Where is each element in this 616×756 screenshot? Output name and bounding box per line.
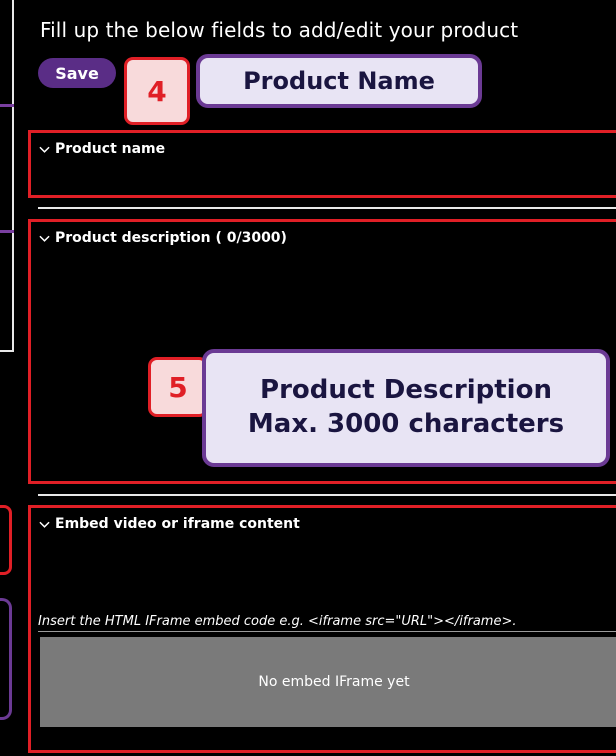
left-highlight-box [0, 505, 12, 575]
chevron-down-icon [39, 521, 50, 528]
product-name-toggle[interactable]: Product name [39, 141, 165, 157]
left-accent-line [0, 230, 14, 233]
product-name-section: Product name [28, 130, 616, 198]
left-accent-line [0, 104, 14, 107]
embed-label: Embed video or iframe content [55, 516, 300, 532]
product-description-callout: Product Description Max. 3000 characters [202, 349, 610, 467]
product-description-label: Product description ( 0/3000) [55, 230, 287, 246]
callout-line-1: Product Description [260, 375, 552, 406]
chevron-down-icon [39, 235, 50, 242]
callout-line-2: Max. 3000 characters [247, 409, 565, 439]
save-button[interactable]: Save [38, 58, 116, 88]
step-4-badge: 4 [124, 57, 190, 125]
left-panel-edge [0, 0, 14, 352]
product-description-toggle[interactable]: Product description ( 0/3000) [39, 230, 287, 246]
section-divider [38, 494, 616, 496]
embed-section: Embed video or iframe content Insert the… [28, 505, 616, 753]
product-name-label: Product name [55, 141, 166, 157]
left-callout-box [0, 598, 12, 720]
embed-toggle[interactable]: Embed video or iframe content [39, 516, 300, 532]
step-5-badge: 5 [148, 357, 208, 417]
embed-code-input[interactable]: Insert the HTML IFrame embed code e.g. <… [38, 614, 616, 632]
section-divider [38, 207, 616, 209]
chevron-down-icon [39, 146, 50, 153]
product-name-callout: Product Name [196, 54, 482, 108]
embed-preview: No embed IFrame yet [40, 637, 616, 727]
form-instruction: Fill up the below fields to add/edit you… [40, 18, 519, 42]
